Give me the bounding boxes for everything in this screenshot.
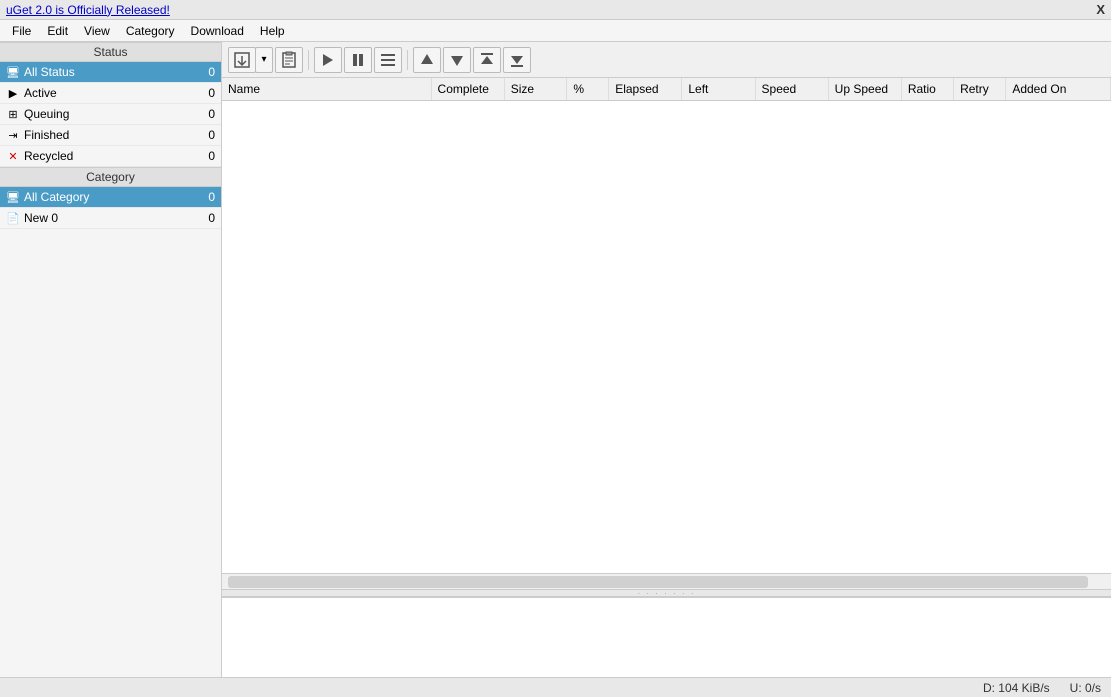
category-section-header: Category — [0, 167, 221, 187]
sidebar-item-new0-count: 0 — [208, 211, 215, 225]
pause-icon — [349, 51, 367, 69]
active-icon: ▶ — [6, 87, 20, 100]
content-area: ▾ — [222, 42, 1111, 677]
horizontal-scrollbar-area[interactable] — [222, 573, 1111, 589]
downloads-table: Name Complete Size % Elapsed Left Speed … — [222, 78, 1111, 101]
finished-icon: ⇥ — [6, 129, 20, 142]
menu-view[interactable]: View — [76, 22, 118, 40]
col-name[interactable]: Name — [222, 78, 431, 101]
col-left[interactable]: Left — [682, 78, 755, 101]
sidebar-item-recycled-count: 0 — [208, 149, 215, 163]
all-category-icon: 🖥 — [6, 191, 20, 204]
col-complete[interactable]: Complete — [431, 78, 504, 101]
sidebar-item-active[interactable]: ▶ Active 0 — [0, 83, 221, 104]
download-speed: D: 104 KiB/s — [983, 681, 1050, 695]
menu-category[interactable]: Category — [118, 22, 183, 40]
sidebar-item-all-status-count: 0 — [208, 65, 215, 79]
toolbar-separator-2 — [407, 50, 408, 70]
menu-file[interactable]: File — [4, 22, 39, 40]
move-bottom-icon — [508, 51, 526, 69]
play-icon — [319, 51, 337, 69]
sidebar-item-finished-count: 0 — [208, 128, 215, 142]
status-section-header: Status — [0, 42, 221, 62]
move-bottom-button[interactable] — [503, 47, 531, 73]
sidebar-item-finished-label: Finished — [24, 128, 208, 142]
col-ratio[interactable]: Ratio — [901, 78, 953, 101]
new-clipboard-icon — [280, 51, 298, 69]
log-area[interactable] — [222, 597, 1111, 677]
recycled-icon: ✕ — [6, 150, 20, 163]
horizontal-scrollbar[interactable] — [228, 576, 1088, 588]
sidebar-item-active-label: Active — [24, 86, 208, 100]
col-upspeed[interactable]: Up Speed — [828, 78, 901, 101]
pause-button[interactable] — [344, 47, 372, 73]
sidebar-item-all-category-count: 0 — [208, 190, 215, 204]
sidebar-item-new0-label: New 0 — [24, 211, 208, 225]
new-download-button[interactable] — [228, 47, 256, 73]
title-bar: uGet 2.0 is Officially Released! X — [0, 0, 1111, 20]
move-down-button[interactable] — [443, 47, 471, 73]
move-down-icon — [448, 51, 466, 69]
sidebar-item-queuing-label: Queuing — [24, 107, 208, 121]
announcement-link[interactable]: uGet 2.0 is Officially Released! — [6, 3, 170, 17]
new0-icon: 📄 — [6, 212, 20, 225]
move-top-button[interactable] — [473, 47, 501, 73]
sidebar-item-all-category[interactable]: 🖥 All Category 0 — [0, 187, 221, 208]
sidebar-item-recycled-label: Recycled — [24, 149, 208, 163]
main-layout: Status 🖥 All Status 0 ▶ Active 0 ⊞ Queui… — [0, 42, 1111, 677]
queuing-icon: ⊞ — [6, 108, 20, 121]
menu-download[interactable]: Download — [183, 22, 252, 40]
downloads-table-area[interactable]: Name Complete Size % Elapsed Left Speed … — [222, 78, 1111, 573]
new-download-icon — [233, 51, 251, 69]
move-up-icon — [418, 51, 436, 69]
new-clipboard-button[interactable] — [275, 47, 303, 73]
col-elapsed[interactable]: Elapsed — [609, 78, 682, 101]
sidebar-item-all-status[interactable]: 🖥 All Status 0 — [0, 62, 221, 83]
col-added-on[interactable]: Added On — [1006, 78, 1111, 101]
toolbar: ▾ — [222, 42, 1111, 78]
sidebar-item-active-count: 0 — [208, 86, 215, 100]
menu-bar: File Edit View Category Download Help — [0, 20, 1111, 42]
sidebar-item-finished[interactable]: ⇥ Finished 0 — [0, 125, 221, 146]
sidebar-item-queuing[interactable]: ⊞ Queuing 0 — [0, 104, 221, 125]
toolbar-separator-1 — [308, 50, 309, 70]
col-percent[interactable]: % — [567, 78, 609, 101]
new-download-dropdown[interactable]: ▾ — [255, 47, 273, 73]
menu-help[interactable]: Help — [252, 22, 293, 40]
upload-speed: U: 0/s — [1070, 681, 1101, 695]
properties-button[interactable] — [374, 47, 402, 73]
status-bar: D: 104 KiB/s U: 0/s — [0, 677, 1111, 697]
col-speed[interactable]: Speed — [755, 78, 828, 101]
start-button[interactable] — [314, 47, 342, 73]
menu-edit[interactable]: Edit — [39, 22, 76, 40]
sidebar-item-recycled[interactable]: ✕ Recycled 0 — [0, 146, 221, 167]
move-top-icon — [478, 51, 496, 69]
sidebar: Status 🖥 All Status 0 ▶ Active 0 ⊞ Queui… — [0, 42, 222, 677]
sidebar-item-new0[interactable]: 📄 New 0 0 — [0, 208, 221, 229]
move-up-button[interactable] — [413, 47, 441, 73]
properties-icon — [379, 51, 397, 69]
col-size[interactable]: Size — [504, 78, 567, 101]
sidebar-item-queuing-count: 0 — [208, 107, 215, 121]
sidebar-item-all-category-label: All Category — [24, 190, 208, 204]
all-status-icon: 🖥 — [6, 66, 20, 79]
col-retry[interactable]: Retry — [954, 78, 1006, 101]
resize-handle[interactable]: · · · · · · · — [222, 589, 1111, 597]
close-button[interactable]: X — [1096, 2, 1105, 17]
sidebar-item-all-status-label: All Status — [24, 65, 208, 79]
